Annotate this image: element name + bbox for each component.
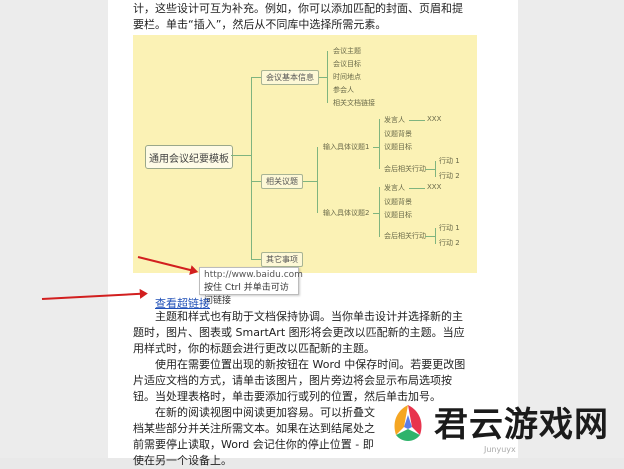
paragraph-intro: 计，这些设计可互为补充。例如，你可以添加匹配的封面、页眉和提要栏。单击“插入”，… (133, 2, 463, 31)
mindmap-leaf: 议题背景 (384, 130, 412, 138)
mindmap-leaf: 会后相关行动 (384, 232, 426, 240)
mindmap-root: 通用会议纪要模板 (145, 145, 233, 169)
connector (303, 181, 317, 182)
connector (251, 259, 261, 260)
mindmap-topic-1: 输入具体议题1 (323, 143, 370, 151)
mindmap-leaf: XXX (427, 115, 442, 123)
watermark-brand: 君云游戏网 (434, 405, 609, 445)
paragraph-reading: 在新的阅读视图中阅读更加容易。可以折叠文档某些部分并关注所需文本。如果在达到结尾… (133, 406, 375, 467)
connector (425, 169, 435, 170)
mindmap-leaf: 行动 2 (439, 239, 460, 247)
mindmap-leaf: 议题背景 (384, 198, 412, 206)
connector (409, 188, 425, 189)
connector (319, 77, 327, 78)
mindmap-branch-topics: 相关议题 (261, 174, 303, 189)
mindmap-leaf: 会议主题 (333, 47, 361, 55)
mindmap-branch-basic-info: 会议基本信息 (261, 70, 319, 85)
connector (251, 181, 261, 182)
connector (435, 228, 436, 244)
connector (317, 147, 318, 213)
connector (379, 119, 380, 169)
connector (379, 187, 380, 237)
connector (425, 236, 435, 237)
tooltip-url: http://www.baidu.com (204, 270, 303, 280)
connector (409, 120, 425, 121)
mindmap-image[interactable]: 通用会议纪要模板 会议基本信息 会议主题 会议目标 时间地点 参会人 相关文档链… (133, 35, 477, 273)
mindmap-leaf: 行动 1 (439, 224, 460, 232)
connector (251, 77, 261, 78)
right-margin (518, 0, 624, 458)
mindmap-branch-other: 其它事项 (261, 252, 303, 267)
mindmap-leaf: 发言人 (384, 116, 405, 124)
connector (327, 51, 328, 103)
mindmap-leaf: 发言人 (384, 184, 405, 192)
connector (231, 155, 251, 156)
left-margin (0, 0, 108, 458)
mindmap-leaf: 时间地点 (333, 73, 361, 81)
tooltip-hint: 按住 Ctrl 并单击可访问链接 (204, 283, 289, 306)
mindmap-leaf: 议题目标 (384, 211, 412, 219)
hyperlink-tooltip: http://www.baidu.com 按住 Ctrl 并单击可访问链接 (199, 267, 303, 306)
mindmap-leaf: 行动 2 (439, 172, 460, 180)
mindmap-leaf: 行动 1 (439, 157, 460, 165)
mindmap-leaf: XXX (427, 183, 442, 191)
paragraph-themes: 主题和样式也有助于文档保持协调。当你单击设计并选择新的主题时，图片、图表或 Sm… (133, 310, 465, 355)
watermark-logo: 君云游戏网 Junyuyx (384, 395, 624, 458)
mindmap-leaf: 参会人 (333, 86, 354, 94)
mindmap-topic-2: 输入具体议题2 (323, 209, 370, 217)
connector (435, 161, 436, 177)
mindmap-leaf: 议题目标 (384, 143, 412, 151)
mindmap-leaf: 会后相关行动 (384, 165, 426, 173)
connector (251, 77, 252, 259)
watermark-sub: Junyuyx (484, 445, 516, 454)
brand-logo-icon (394, 405, 422, 441)
mindmap-leaf: 会议目标 (333, 60, 361, 68)
mindmap-leaf: 相关文档链接 (333, 99, 375, 107)
